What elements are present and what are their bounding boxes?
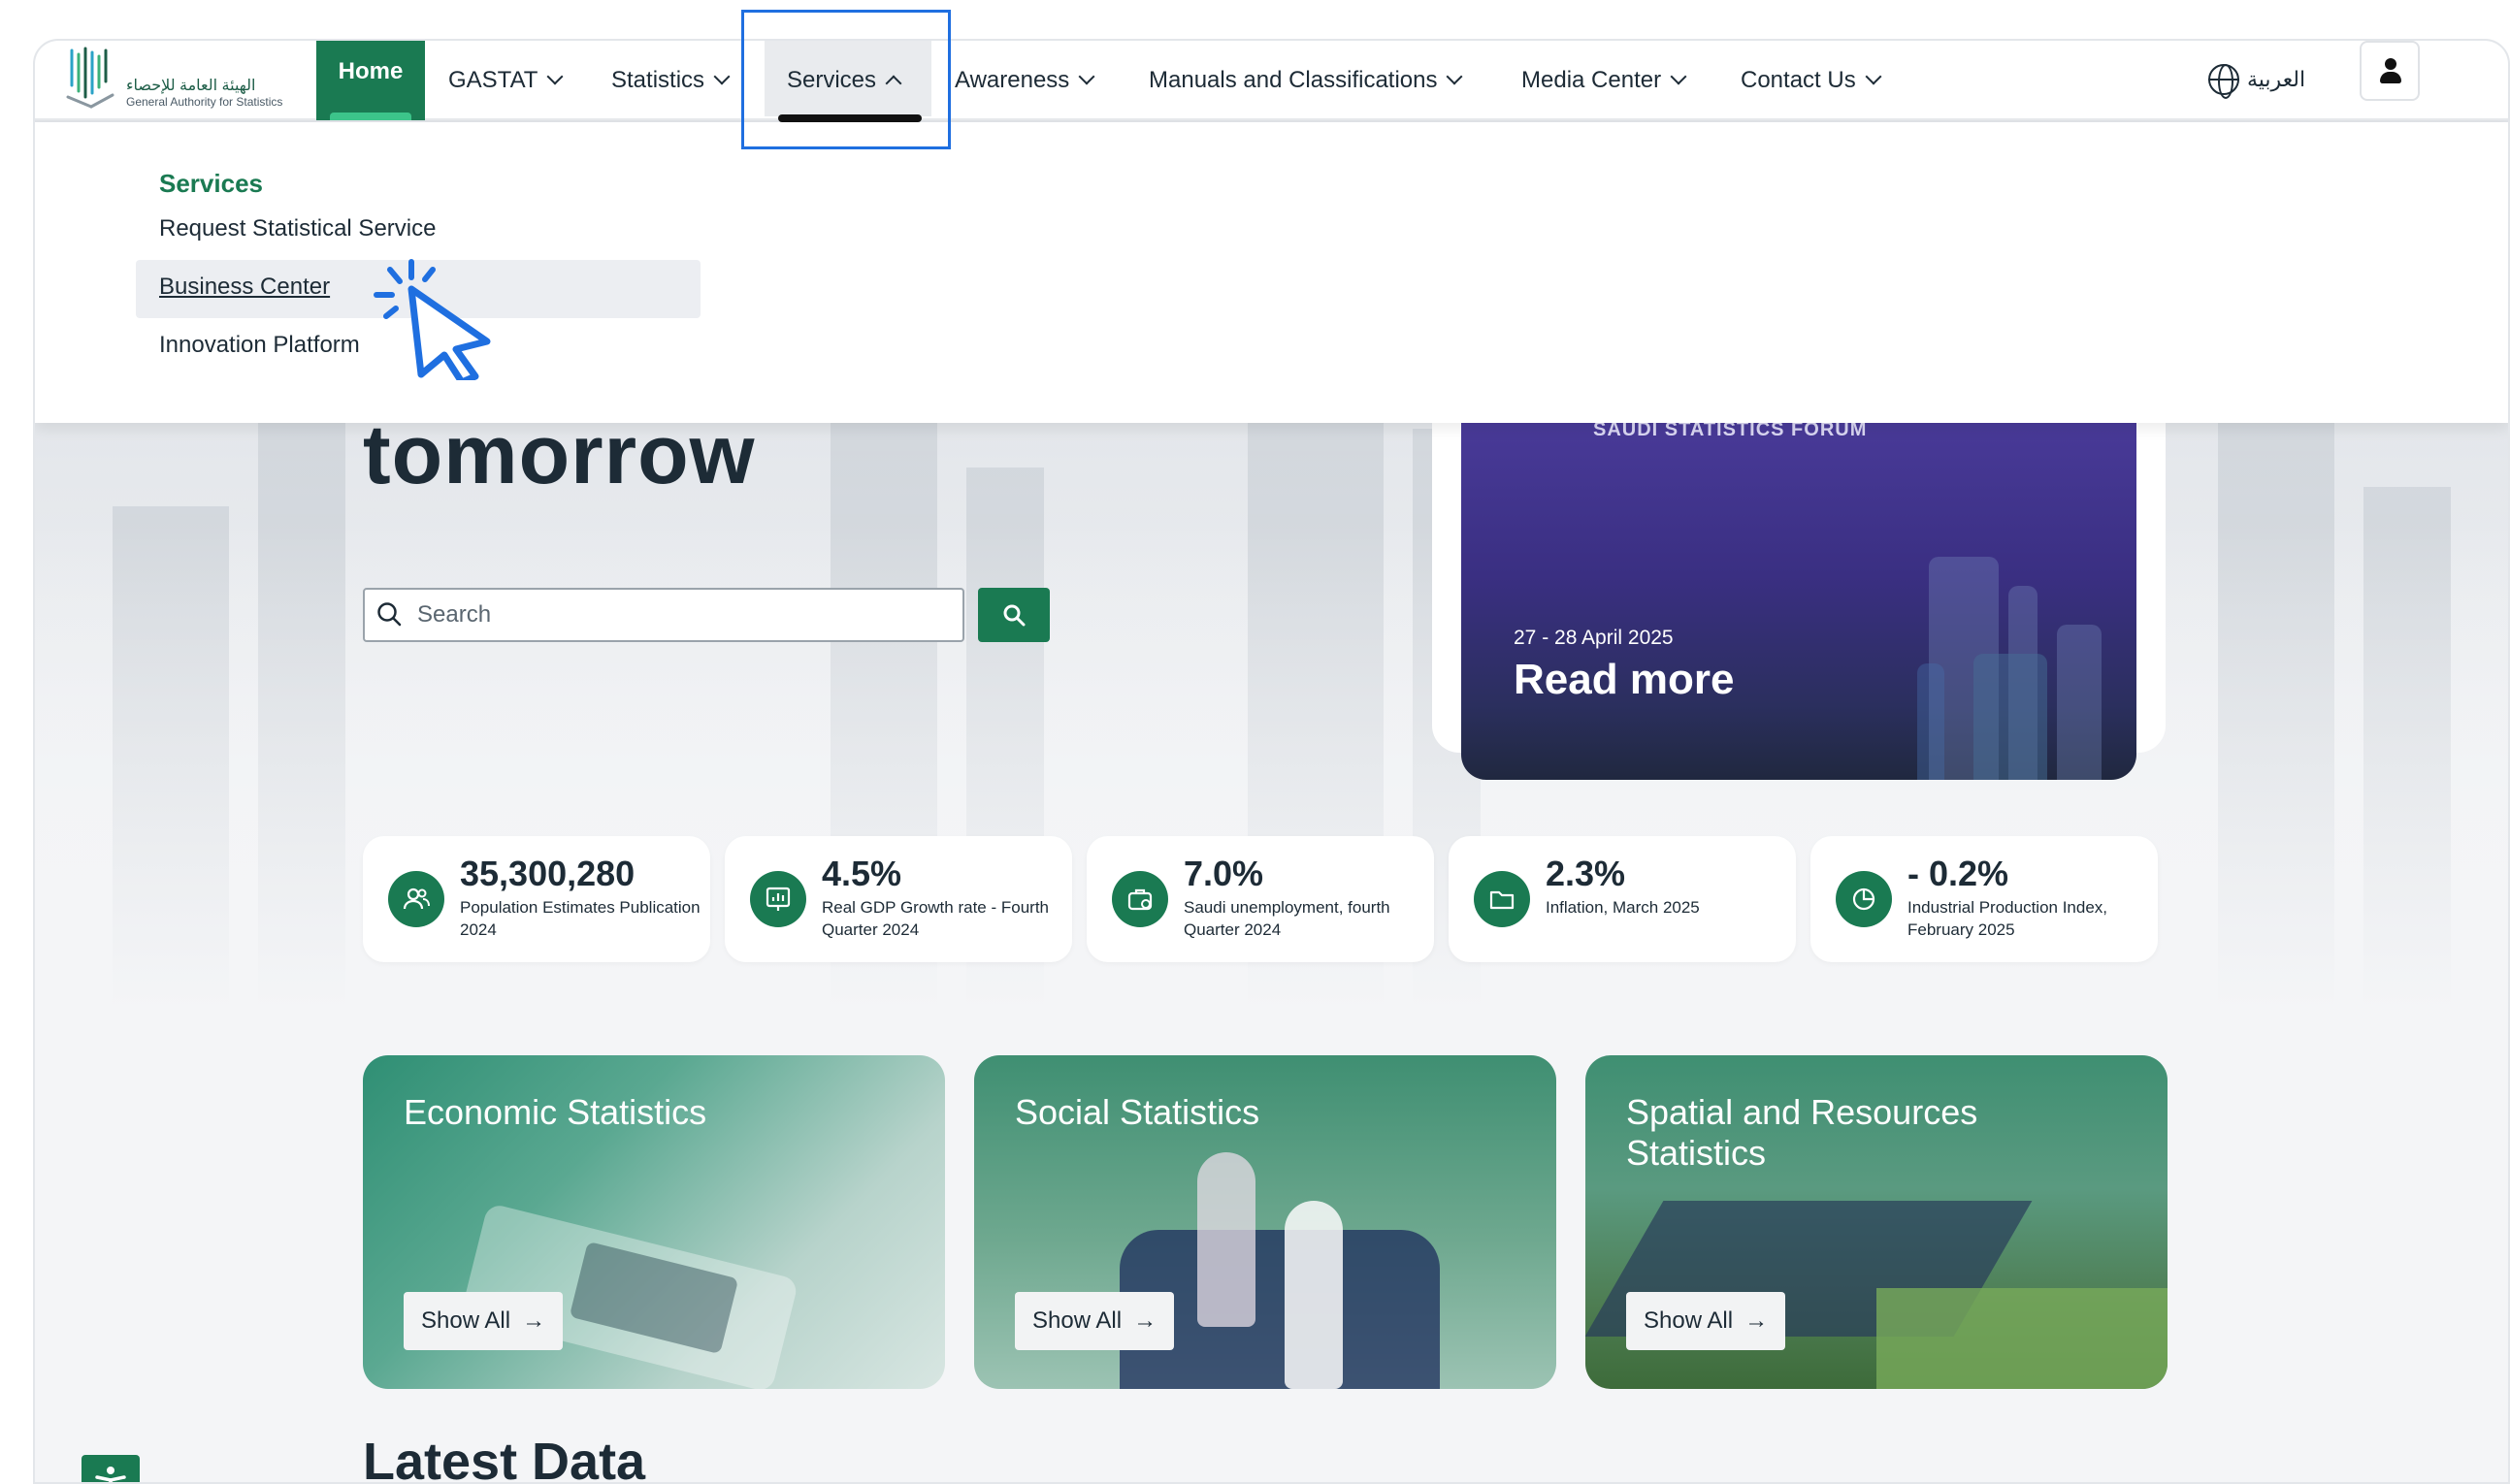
arrow-right-icon: → <box>1133 1307 1157 1334</box>
chevron-down-icon <box>1865 68 1882 85</box>
nav-label: GASTAT <box>448 67 538 93</box>
nav-label: Contact Us <box>1741 67 1856 93</box>
nav-media-center[interactable]: Media Center <box>1521 41 1687 120</box>
menu-item-innovation-platform[interactable]: Innovation Platform <box>159 332 360 359</box>
category-card-spatial[interactable]: Spatial and Resources Statistics Show Al… <box>1585 1055 2168 1389</box>
nav-statistics[interactable]: Statistics <box>611 41 731 120</box>
category-title: Economic Statistics <box>404 1092 707 1132</box>
user-icon <box>2385 58 2396 70</box>
pie-chart-icon <box>1836 871 1892 927</box>
stat-card-unemployment[interactable]: 7.0% Saudi unemployment, fourth Quarter … <box>1087 836 1434 962</box>
nav-label: Statistics <box>611 67 705 93</box>
nav-label: Manuals and Classifications <box>1149 67 1438 93</box>
site-header: الهيئة العامة للإحصاء General Authority … <box>35 41 2508 122</box>
chevron-down-icon <box>546 68 564 85</box>
search-icon <box>377 602 402 627</box>
nav-manuals-and-classifications[interactable]: Manuals and Classifications <box>1149 41 1463 120</box>
button-label: Show All <box>421 1307 511 1334</box>
nav-awareness[interactable]: Awareness <box>955 41 1095 120</box>
menu-item-business-center[interactable]: Business Center <box>159 274 330 301</box>
category-title: Spatial and Resources Statistics <box>1626 1092 1978 1173</box>
stat-card-gdp[interactable]: 4.5% Real GDP Growth rate - Fourth Quart… <box>725 836 1072 962</box>
event-date: 27 - 28 April 2025 <box>1514 627 1674 649</box>
stat-card-industrial[interactable]: - 0.2% Industrial Production Index, Febr… <box>1810 836 2158 962</box>
focus-highlight-box <box>741 10 951 149</box>
stat-card-inflation[interactable]: 2.3% Inflation, March 2025 <box>1449 836 1796 962</box>
nav-label: Awareness <box>955 67 1070 93</box>
stat-label: Real GDP Growth rate - Fourth Quarter 20… <box>822 898 1049 939</box>
people-icon <box>388 871 444 927</box>
arrow-right-icon: → <box>522 1307 546 1334</box>
stat-value: 7.0% <box>1184 854 1264 893</box>
chevron-down-icon <box>713 68 731 85</box>
folder-icon <box>1474 871 1530 927</box>
stat-label: Saudi unemployment, fourth Quarter 2024 <box>1184 898 1390 939</box>
stat-label: Inflation, March 2025 <box>1546 898 1700 917</box>
presentation-chart-icon <box>750 871 806 927</box>
user-account-button[interactable] <box>2360 41 2420 101</box>
logo-text-arabic: الهيئة العامة للإحصاء <box>126 78 256 94</box>
stat-card-population[interactable]: 35,300,280 Population Estimates Publicat… <box>363 836 710 962</box>
logo-text-english: General Authority for Statistics <box>126 95 283 109</box>
category-card-economic[interactable]: Economic Statistics Show All → <box>363 1055 945 1389</box>
globe-icon <box>2208 64 2239 99</box>
accessibility-button[interactable] <box>81 1455 140 1482</box>
stat-value: 35,300,280 <box>460 854 636 893</box>
event-read-more-link[interactable]: Read more <box>1514 656 1734 704</box>
latest-data-heading: Latest Data <box>363 1433 646 1484</box>
language-switcher[interactable]: العربية <box>2208 58 2305 101</box>
show-all-button[interactable]: Show All → <box>404 1292 564 1350</box>
button-label: Show All <box>1644 1307 1734 1334</box>
nav-label: Media Center <box>1521 67 1662 93</box>
search-input[interactable] <box>417 597 941 632</box>
stat-value: - 0.2% <box>1907 854 2009 893</box>
show-all-button[interactable]: Show All → <box>1626 1292 1786 1350</box>
category-card-social[interactable]: Social Statistics Show All → <box>974 1055 1556 1389</box>
show-all-button[interactable]: Show All → <box>1015 1292 1175 1350</box>
briefcase-icon <box>1112 871 1168 927</box>
chevron-down-icon <box>1078 68 1095 85</box>
mouse-pointer-icon <box>374 259 491 380</box>
logo-mark-icon <box>66 47 114 109</box>
button-label: Show All <box>1032 1307 1123 1334</box>
arrow-right-icon: → <box>1744 1307 1769 1334</box>
category-title: Social Statistics <box>1015 1092 1260 1132</box>
stat-label: Industrial Production Index, February 20… <box>1907 898 2108 939</box>
stat-label: Population Estimates Publication 2024 <box>460 898 701 939</box>
stat-value: 2.3% <box>1546 854 1626 893</box>
dropdown-title: Services <box>159 169 263 198</box>
stat-value: 4.5% <box>822 854 902 893</box>
menu-item-request-statistical-service[interactable]: Request Statistical Service <box>159 215 436 242</box>
search-icon <box>1003 604 1026 627</box>
nav-gastat[interactable]: GASTAT <box>448 41 564 120</box>
search-box[interactable] <box>363 588 964 642</box>
chevron-down-icon <box>1446 68 1463 85</box>
nav-contact-us[interactable]: Contact Us <box>1741 41 1882 120</box>
accessibility-icon <box>95 1467 126 1482</box>
chevron-down-icon <box>1670 68 1687 85</box>
event-card[interactable]: SAUDI STATISTICS FORUM 27 - 28 April 202… <box>1461 409 2136 780</box>
search-button[interactable] <box>978 588 1050 642</box>
gastat-logo[interactable]: الهيئة العامة للإحصاء General Authority … <box>64 43 307 114</box>
language-label: العربية <box>2247 67 2306 91</box>
nav-home[interactable]: Home <box>316 41 425 120</box>
